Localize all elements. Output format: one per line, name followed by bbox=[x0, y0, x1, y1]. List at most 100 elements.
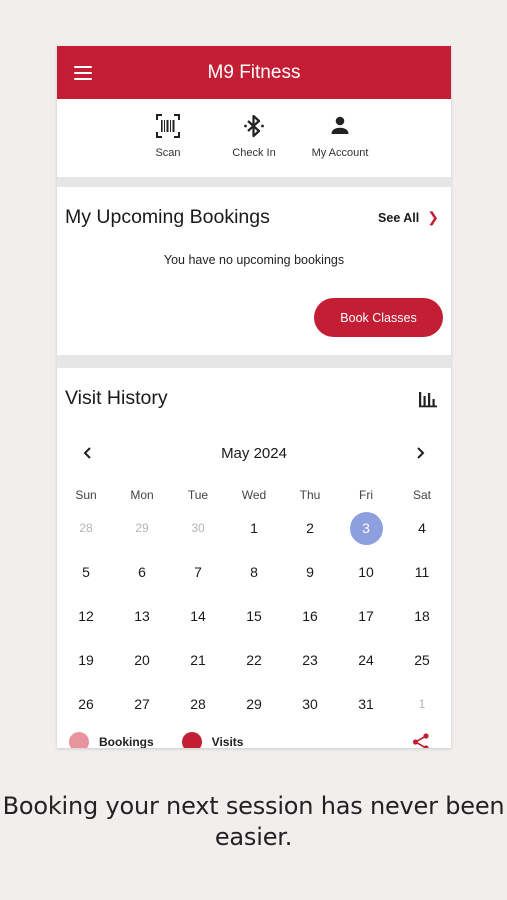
calendar-day-outside[interactable]: 28 bbox=[58, 506, 114, 550]
check-in-button[interactable]: Check In bbox=[211, 113, 297, 177]
weekday-label: Mon bbox=[130, 488, 154, 502]
calendar-day[interactable]: 30 bbox=[282, 682, 338, 726]
empty-bookings-text: You have no upcoming bookings bbox=[163, 253, 345, 267]
visit-history-title: Visit History bbox=[65, 387, 168, 409]
calendar-day[interactable]: 6 bbox=[114, 550, 170, 594]
calendar-day[interactable]: 14 bbox=[170, 594, 226, 638]
calendar-day[interactable]: 29 bbox=[226, 682, 282, 726]
weekday-label: Wed bbox=[241, 488, 267, 502]
calendar-day-number: 5 bbox=[82, 564, 90, 580]
calendar-day[interactable]: 4 bbox=[394, 506, 450, 550]
calendar-day[interactable]: 10 bbox=[338, 550, 394, 594]
bookings-dot bbox=[69, 732, 89, 748]
calendar-day-number: 2 bbox=[306, 520, 314, 536]
calendar-day[interactable]: 8 bbox=[226, 550, 282, 594]
calendar-day[interactable]: 2 bbox=[282, 506, 338, 550]
calendar-day-number: 17 bbox=[358, 608, 374, 624]
calendar-day-number: 29 bbox=[135, 521, 149, 535]
visit-history-card: Visit History May 2024 Sun Mon Tue Wed T… bbox=[57, 368, 451, 748]
calendar-day[interactable]: 17 bbox=[338, 594, 394, 638]
calendar-day[interactable]: 13 bbox=[114, 594, 170, 638]
calendar-day-number: 30 bbox=[191, 521, 205, 535]
calendar-day[interactable]: 5 bbox=[58, 550, 114, 594]
calendar-day-outside[interactable]: 29 bbox=[114, 506, 170, 550]
calendar-day-number: 14 bbox=[190, 608, 206, 624]
check-in-label: Check In bbox=[232, 147, 276, 159]
calendar-week: 12 13 14 15 16 17 18 bbox=[58, 594, 450, 638]
weekday-label: Thu bbox=[299, 488, 321, 502]
calendar-day[interactable]: 20 bbox=[114, 638, 170, 682]
calendar-day-number: 29 bbox=[246, 696, 262, 712]
calendar-day-number: 31 bbox=[358, 696, 374, 712]
calendar-day-number: 21 bbox=[190, 652, 206, 668]
calendar-day[interactable]: 7 bbox=[170, 550, 226, 594]
book-classes-button[interactable]: Book Classes bbox=[314, 298, 443, 337]
calendar-week: 5 6 7 8 9 10 11 bbox=[58, 550, 450, 594]
calendar-day[interactable]: 1 bbox=[226, 506, 282, 550]
calendar-day-number: 24 bbox=[358, 652, 374, 668]
calendar-day[interactable]: 11 bbox=[394, 550, 450, 594]
calendar-day[interactable]: 24 bbox=[338, 638, 394, 682]
calendar-day[interactable]: 16 bbox=[282, 594, 338, 638]
my-account-label: My Account bbox=[311, 147, 369, 159]
calendar-day-outside[interactable]: 30 bbox=[170, 506, 226, 550]
calendar-header: May 2024 bbox=[57, 444, 451, 464]
calendar-day[interactable]: 25 bbox=[394, 638, 450, 682]
calendar-day[interactable]: 26 bbox=[58, 682, 114, 726]
see-all-link[interactable]: See All ❯ bbox=[378, 209, 439, 226]
chevron-right-icon[interactable] bbox=[413, 444, 427, 462]
calendar-day-number: 4 bbox=[418, 520, 426, 536]
calendar-week: 26 27 28 29 30 31 1 bbox=[58, 682, 450, 726]
app-bar: M9 Fitness bbox=[57, 46, 451, 99]
calendar-day-number: 28 bbox=[79, 521, 93, 535]
calendar-day[interactable]: 27 bbox=[114, 682, 170, 726]
calendar-day-number: 1 bbox=[418, 697, 426, 711]
quick-actions: Scan Check In My Account bbox=[57, 99, 451, 177]
calendar-day[interactable]: 9 bbox=[282, 550, 338, 594]
weekday-label: Tue bbox=[187, 488, 209, 502]
calendar-day-number: 28 bbox=[190, 696, 206, 712]
calendar-day-number: 22 bbox=[246, 652, 262, 668]
calendar-legend: Bookings Visits bbox=[69, 732, 271, 748]
scan-label: Scan bbox=[155, 147, 181, 159]
calendar-week: 19 20 21 22 23 24 25 bbox=[58, 638, 450, 682]
marketing-caption: Booking your next session has never been… bbox=[2, 792, 505, 851]
my-account-button[interactable]: My Account bbox=[297, 113, 383, 177]
calendar-day-number: 11 bbox=[414, 564, 430, 580]
barcode-scan-icon bbox=[156, 114, 180, 138]
legend-bookings-label: Bookings bbox=[99, 735, 154, 748]
share-icon[interactable] bbox=[411, 732, 431, 748]
calendar-day-number: 23 bbox=[302, 652, 318, 668]
calendar-day-number: 7 bbox=[194, 564, 202, 580]
upcoming-bookings-card: My Upcoming Bookings See All ❯ You have … bbox=[57, 187, 451, 355]
calendar-day[interactable]: 15 bbox=[226, 594, 282, 638]
calendar-day[interactable]: 23 bbox=[282, 638, 338, 682]
calendar-day-number: 13 bbox=[134, 608, 150, 624]
weekday-label: Sat bbox=[412, 488, 431, 502]
person-icon bbox=[331, 116, 349, 134]
calendar-day[interactable]: 19 bbox=[58, 638, 114, 682]
legend-visits: Visits bbox=[181, 732, 243, 748]
calendar-day[interactable]: 22 bbox=[226, 638, 282, 682]
calendar-day[interactable]: 28 bbox=[170, 682, 226, 726]
bar-chart-icon[interactable] bbox=[418, 390, 438, 408]
calendar-day-number: 30 bbox=[302, 696, 318, 712]
calendar-day-number: 1 bbox=[250, 520, 258, 536]
hamburger-menu-icon[interactable] bbox=[74, 66, 92, 80]
calendar-day[interactable]: 18 bbox=[394, 594, 450, 638]
calendar-day[interactable]: 3 bbox=[338, 506, 394, 550]
app-title: M9 Fitness bbox=[207, 61, 301, 83]
calendar-day[interactable]: 21 bbox=[170, 638, 226, 682]
calendar-day-outside[interactable]: 1 bbox=[394, 682, 450, 726]
calendar-day[interactable]: 12 bbox=[58, 594, 114, 638]
weekday-label: Sun bbox=[75, 488, 97, 502]
bluetooth-icon bbox=[244, 114, 264, 138]
visits-dot bbox=[181, 732, 202, 748]
calendar-day[interactable]: 31 bbox=[338, 682, 394, 726]
weekday-header: Sun Mon Tue Wed Thu Fri Sat bbox=[57, 488, 451, 502]
scan-button[interactable]: Scan bbox=[125, 113, 211, 177]
chevron-right-icon: ❯ bbox=[427, 209, 439, 225]
legend-bookings: Bookings bbox=[69, 732, 154, 748]
calendar-month: May 2024 bbox=[221, 445, 287, 462]
calendar-day-number: 9 bbox=[306, 564, 314, 580]
